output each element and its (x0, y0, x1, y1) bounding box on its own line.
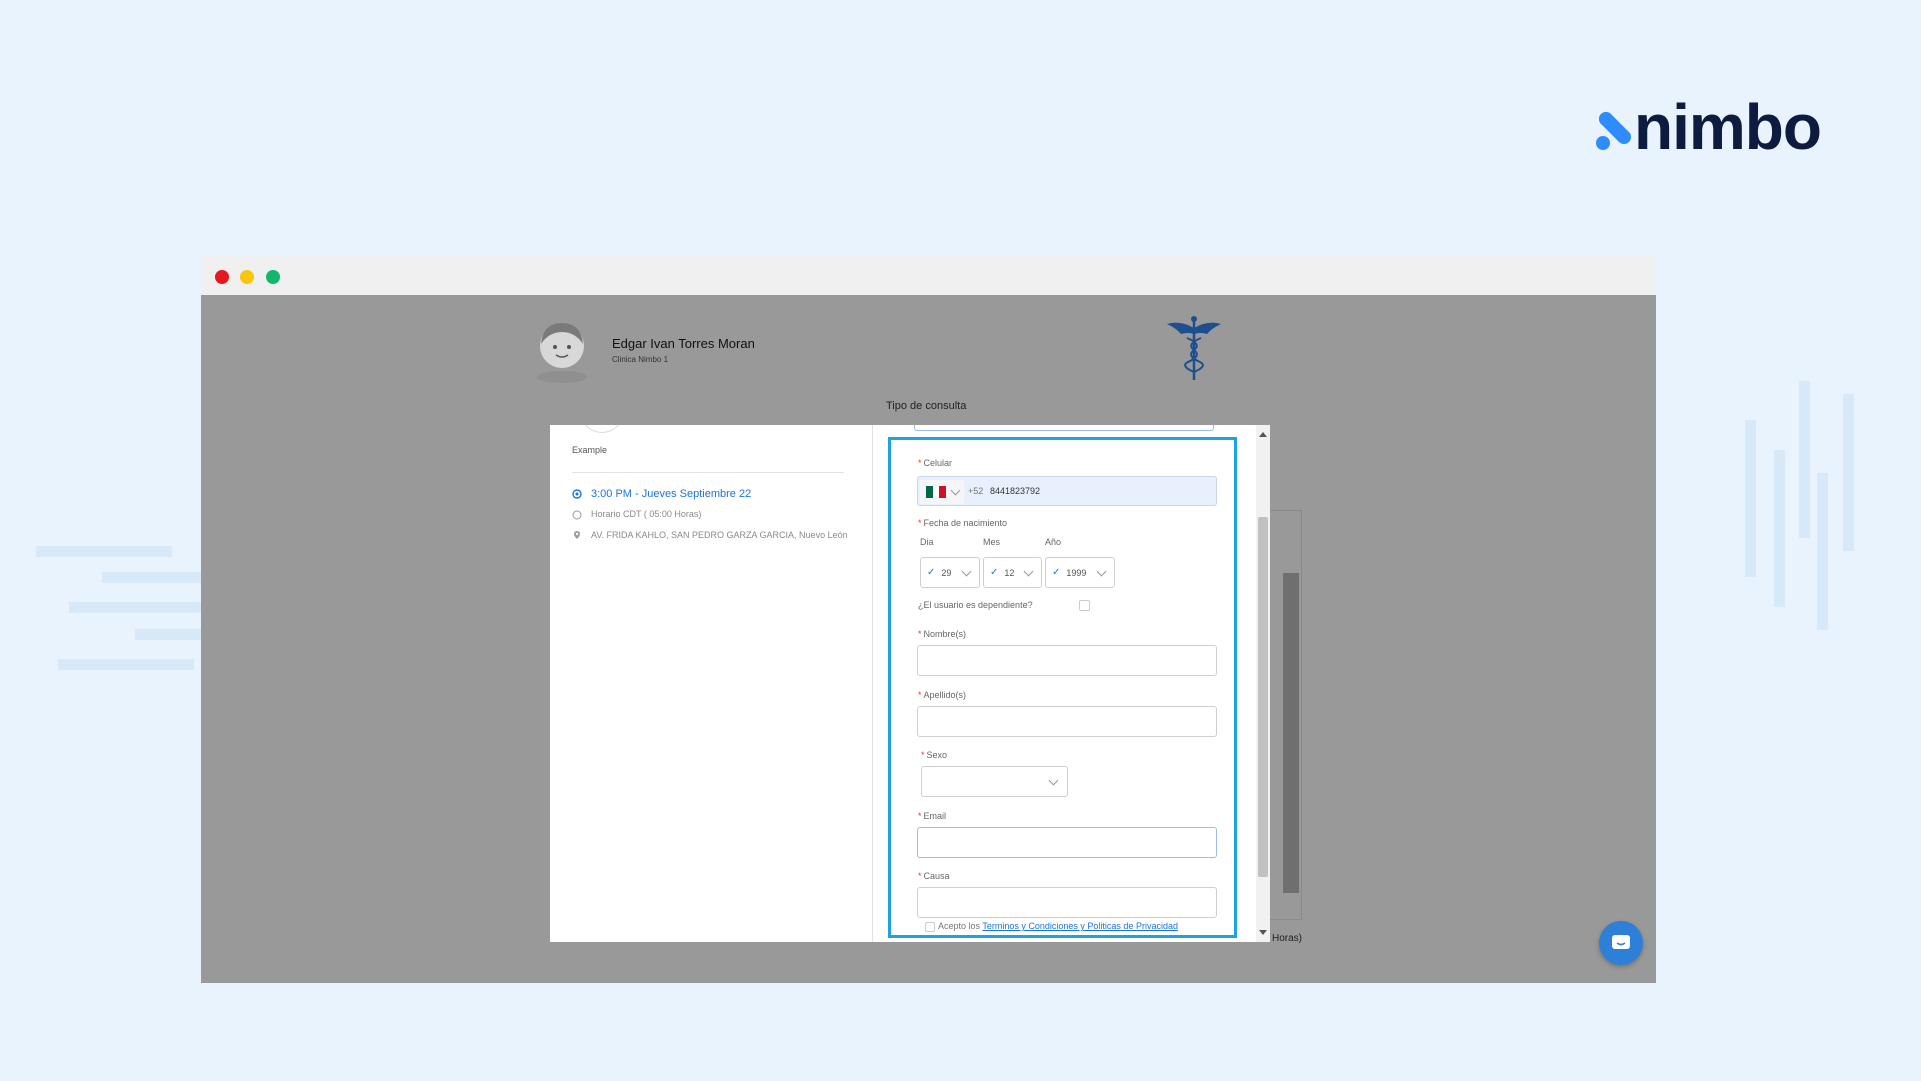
browser-window: Edgar Ivan Torres Moran Clinica Nimbo 1 … (201, 256, 1656, 983)
location-pin-icon (574, 531, 580, 539)
scroll-up-arrow[interactable] (1259, 432, 1267, 437)
sexo-select[interactable] (921, 766, 1068, 797)
chat-icon (1612, 935, 1630, 949)
chevron-down-icon (1023, 566, 1034, 577)
deco-bar (1817, 473, 1828, 630)
phone-country-code: +52 (968, 486, 984, 496)
modal-scrollbar[interactable] (1256, 425, 1270, 942)
minimize-dot[interactable] (240, 270, 254, 284)
terms-checkbox[interactable] (925, 922, 935, 932)
patient-name: Example (572, 445, 608, 455)
deco-line (69, 602, 202, 613)
apellido-input[interactable] (917, 706, 1217, 737)
globe-icon (572, 510, 582, 520)
dia-select[interactable]: ✓ 29 (920, 557, 980, 588)
sexo-label: * Sexo (921, 750, 948, 760)
divider (572, 472, 844, 473)
deco-bar (1799, 381, 1810, 538)
terms-link[interactable]: Terminos y Condiciones y Politicas de Pr… (982, 921, 1178, 931)
deco-line (135, 629, 202, 640)
tipo-consulta-select[interactable] (914, 425, 1214, 431)
close-dot[interactable] (215, 270, 229, 284)
causa-label: * Causa (918, 871, 950, 881)
deco-line (36, 546, 172, 557)
anio-select[interactable]: ✓ 1999 (1045, 557, 1115, 588)
doctor-name: Edgar Ivan Torres Moran (612, 336, 755, 351)
background-horas-text: Horas) (1272, 933, 1303, 944)
dependent-label: ¿El usuario es dependiente? (918, 600, 1033, 610)
appointment-time-row: 3:00 PM - Jueves Septiembre 22 (572, 488, 751, 500)
dependent-checkbox[interactable] (1079, 600, 1090, 611)
nimbo-logo-icon (1596, 112, 1631, 150)
apellido-label: * Apellido(s) (918, 690, 967, 700)
clinic-name: Clinica Nimbo 1 (612, 355, 669, 364)
phone-number: 8441823792 (990, 486, 1041, 496)
caduceus-icon (1167, 316, 1221, 380)
terms-text: Acepto los Terminos y Condiciones y Poli… (938, 921, 1178, 931)
chevron-down-icon (961, 566, 972, 577)
nombre-label: * Nombre(s) (918, 629, 967, 639)
check-icon: ✓ (927, 567, 936, 578)
nimbo-logo: nimbo (1594, 91, 1822, 163)
check-icon: ✓ (990, 567, 999, 578)
deco-line (58, 659, 194, 670)
mes-label: Mes (983, 537, 1001, 547)
tipo-consulta-label: Tipo de consulta (886, 400, 967, 412)
phone-input[interactable]: +52 8441823792 (917, 476, 1217, 506)
mexico-flag-icon (926, 486, 947, 498)
chevron-down-icon (1096, 566, 1107, 577)
scroll-down-arrow[interactable] (1259, 930, 1267, 935)
maximize-dot[interactable] (266, 270, 280, 284)
chat-button[interactable] (1599, 921, 1643, 965)
nombre-input[interactable] (917, 645, 1217, 676)
appointment-time: 3:00 PM - Jueves Septiembre 22 (591, 488, 752, 500)
causa-input[interactable] (917, 887, 1217, 918)
celular-label: * Celular (918, 458, 953, 468)
scroll-thumb[interactable] (1258, 517, 1268, 877)
deco-bar (1774, 450, 1785, 607)
clock-icon (572, 489, 582, 499)
form-highlight: * Celular +52 8441823792 * Fecha de nacimi… (888, 437, 1237, 938)
logo-text: nimbo (1634, 91, 1822, 163)
timezone-text: Horario CDT ( 05:00 Horas) (591, 509, 702, 519)
birthdate-label: * Fecha de nacimiento (918, 518, 1008, 528)
deco-bar (1843, 394, 1854, 551)
address-text: AV. FRIDA KAHLO, SAN PEDRO GARZA GARCIA,… (591, 530, 848, 540)
mes-select[interactable]: ✓ 12 (983, 557, 1042, 588)
booking-modal: Example 3:00 PM - Jueves Septiembre 22 H… (550, 425, 1270, 942)
email-input[interactable] (917, 827, 1217, 858)
chevron-down-icon (950, 485, 961, 495)
timezone-row: Horario CDT ( 05:00 Horas) (572, 509, 701, 520)
address-row: AV. FRIDA KAHLO, SAN PEDRO GARZA GARCIA,… (572, 529, 861, 542)
patient-avatar (580, 425, 624, 433)
appointment-summary: Example 3:00 PM - Jueves Septiembre 22 H… (550, 425, 873, 942)
doctor-avatar (537, 323, 587, 383)
dia-label: Dia (920, 537, 934, 547)
check-icon: ✓ (1052, 567, 1061, 578)
country-select[interactable] (920, 480, 964, 504)
window-titlebar (201, 256, 1656, 295)
patient-form: * Celular +52 8441823792 * Fecha de nacimi… (874, 425, 1270, 942)
email-label: * Email (918, 811, 947, 821)
background-scrollbar (1283, 573, 1299, 893)
booking-page: Edgar Ivan Torres Moran Clinica Nimbo 1 … (201, 295, 1656, 983)
deco-line (102, 572, 202, 583)
deco-bar (1745, 420, 1756, 577)
chevron-down-icon (1048, 775, 1059, 786)
anio-label: Año (1045, 537, 1062, 547)
